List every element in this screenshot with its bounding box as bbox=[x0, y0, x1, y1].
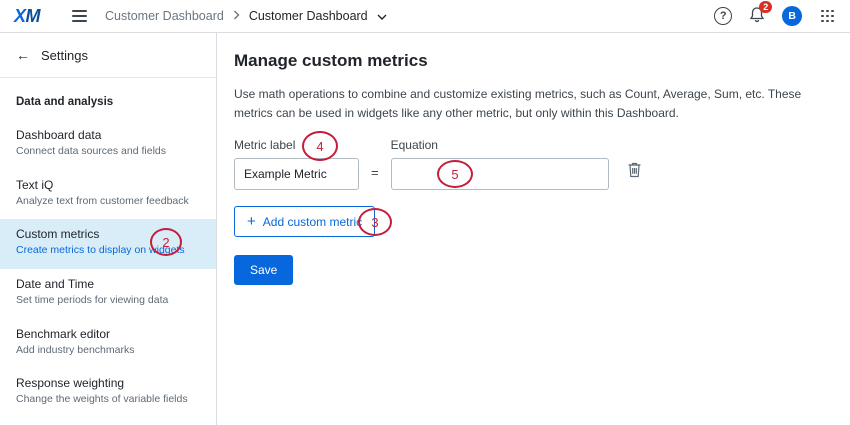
equals-sign: = bbox=[371, 165, 379, 180]
sidebar-item-title: Benchmark editor bbox=[16, 327, 200, 341]
sidebar-item-text-iq[interactable]: Text iQ Analyze text from customer feedb… bbox=[0, 170, 216, 220]
sidebar-item-subtitle: Change the weights of variable fields bbox=[16, 393, 200, 407]
sidebar-item-subtitle: Analyze text from customer feedback bbox=[16, 195, 200, 209]
main-content: Manage custom metrics Use math operation… bbox=[218, 33, 850, 425]
chevron-right-icon bbox=[233, 9, 240, 23]
top-bar: XM Customer Dashboard Customer Dashboard… bbox=[0, 0, 850, 33]
page-title: Manage custom metrics bbox=[234, 51, 832, 71]
help-icon[interactable]: ? bbox=[714, 7, 732, 25]
plus-icon: + bbox=[247, 214, 256, 229]
xm-logo: XM bbox=[14, 7, 40, 25]
settings-sidebar: ← Settings Data and analysis Dashboard d… bbox=[0, 33, 217, 425]
xm-logo-x: X bbox=[14, 6, 26, 26]
sidebar-item-title: Date and Time bbox=[16, 277, 200, 291]
notifications-bell-icon[interactable]: 2 bbox=[749, 6, 765, 26]
delete-metric-button[interactable] bbox=[625, 159, 644, 183]
trash-icon bbox=[627, 166, 642, 181]
breadcrumb-page[interactable]: Customer Dashboard bbox=[249, 9, 368, 23]
sidebar-item-title: Text iQ bbox=[16, 178, 200, 192]
add-custom-metric-button[interactable]: + Add custom metric bbox=[234, 206, 375, 237]
sidebar-item-dashboard-data[interactable]: Dashboard data Connect data sources and … bbox=[0, 120, 216, 170]
notification-count-badge: 2 bbox=[759, 1, 772, 13]
sidebar-item-title: Dashboard data bbox=[16, 128, 200, 142]
hamburger-menu-icon[interactable] bbox=[68, 6, 91, 26]
equation-label: Equation bbox=[391, 138, 609, 152]
add-custom-metric-label: Add custom metric bbox=[263, 215, 362, 229]
custom-metric-row: Metric label = Equation bbox=[234, 138, 832, 190]
sidebar-item-response-weighting[interactable]: Response weighting Change the weights of… bbox=[0, 368, 216, 418]
sidebar-item-subtitle: Set time periods for viewing data bbox=[16, 294, 200, 308]
sidebar-item-subtitle: Add industry benchmarks bbox=[16, 344, 200, 358]
sidebar-item-subtitle: Connect data sources and fields bbox=[16, 145, 200, 159]
back-arrow-icon: ← bbox=[16, 47, 30, 63]
topbar-actions: ? 2 B bbox=[714, 6, 836, 26]
equation-input[interactable] bbox=[391, 158, 609, 190]
settings-back[interactable]: ← Settings bbox=[0, 33, 216, 78]
sidebar-item-custom-metrics[interactable]: Custom metrics Create metrics to display… bbox=[0, 219, 216, 269]
breadcrumb: Customer Dashboard Customer Dashboard bbox=[105, 9, 387, 23]
metric-label-field: Metric label bbox=[234, 138, 359, 190]
equation-field: Equation bbox=[391, 138, 609, 190]
sidebar-item-date-and-time[interactable]: Date and Time Set time periods for viewi… bbox=[0, 269, 216, 319]
metric-label-input[interactable] bbox=[234, 158, 359, 190]
page-description: Use math operations to combine and custo… bbox=[234, 85, 832, 122]
apps-grid-icon[interactable] bbox=[819, 8, 836, 25]
chevron-down-icon[interactable] bbox=[377, 9, 387, 23]
avatar[interactable]: B bbox=[782, 6, 802, 26]
save-button[interactable]: Save bbox=[234, 255, 293, 285]
sidebar-item-title: Response weighting bbox=[16, 376, 200, 390]
xm-logo-m: M bbox=[26, 6, 41, 26]
breadcrumb-project[interactable]: Customer Dashboard bbox=[105, 9, 224, 23]
sidebar-item-subtitle: Create metrics to display on widgets bbox=[16, 244, 200, 258]
sidebar-item-benchmark-editor[interactable]: Benchmark editor Add industry benchmarks bbox=[0, 319, 216, 369]
settings-back-label: Settings bbox=[41, 48, 88, 63]
sidebar-item-title: Custom metrics bbox=[16, 227, 200, 241]
sidebar-section-label: Data and analysis bbox=[0, 78, 216, 120]
metric-label-label: Metric label bbox=[234, 138, 359, 152]
